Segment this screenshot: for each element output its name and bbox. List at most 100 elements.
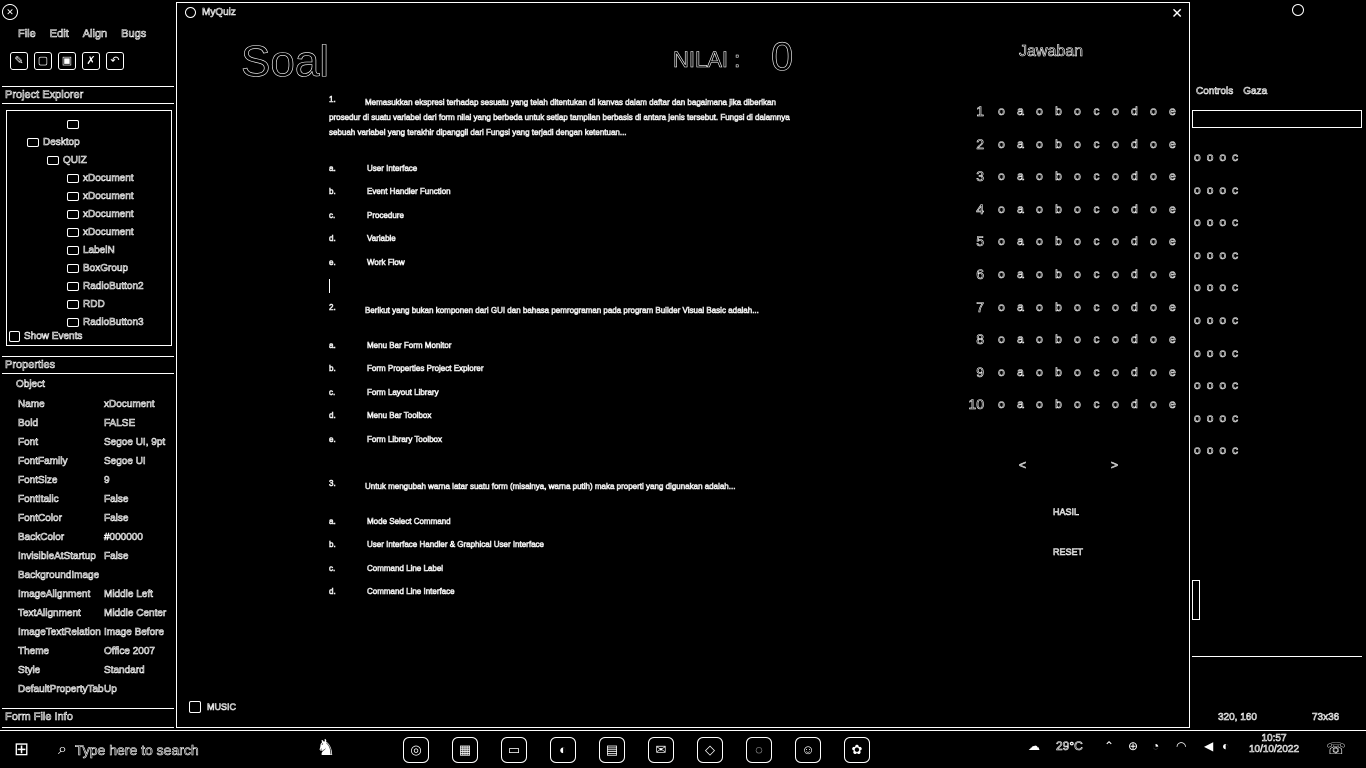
answer-radio[interactable]: o <box>992 201 1011 216</box>
property-value[interactable]: False <box>104 513 129 525</box>
answer-radio[interactable]: b <box>1049 267 1068 282</box>
answer-radio[interactable]: c <box>1087 201 1106 216</box>
taskbar-app-icon[interactable]: ▤ <box>599 737 625 763</box>
answer-radio[interactable]: o <box>1106 201 1125 216</box>
answer-radio[interactable]: o <box>1106 136 1125 151</box>
answer-radio[interactable]: o <box>1106 364 1125 379</box>
next-button[interactable]: > <box>1111 458 1119 473</box>
windows-start-icon[interactable]: ⊞ <box>14 739 29 760</box>
answer-radio[interactable]: o <box>992 104 1011 119</box>
answer-radio[interactable]: a <box>1011 332 1030 347</box>
taskbar-app-icon[interactable]: ◇ <box>697 737 723 763</box>
answer-option[interactable]: c. Procedure <box>329 210 405 220</box>
network-icon[interactable]: ⊕ <box>1128 739 1138 753</box>
answer-radio[interactable]: b <box>1049 299 1068 314</box>
property-value[interactable]: Office 2007 <box>104 646 156 658</box>
answer-radio[interactable]: o <box>1030 169 1049 184</box>
answer-radio[interactable]: o <box>1068 201 1087 216</box>
property-row[interactable]: FontFamily Segoe UI <box>0 454 176 473</box>
checkbox-icon[interactable] <box>189 701 201 713</box>
answer-radio[interactable]: o <box>992 267 1011 282</box>
weather-temp[interactable]: 29°C <box>1056 739 1083 754</box>
answer-radio[interactable]: a <box>1011 169 1030 184</box>
property-row[interactable]: Bold FALSE <box>0 416 176 435</box>
answer-radio[interactable]: a <box>1011 104 1030 119</box>
answer-radio[interactable]: o <box>1030 364 1049 379</box>
answer-radio[interactable]: b <box>1049 364 1068 379</box>
answer-option[interactable]: d. Menu Bar Toolbox <box>329 411 432 421</box>
music-checkbox[interactable]: MUSIC <box>189 701 236 713</box>
answer-radio[interactable]: a <box>1011 267 1030 282</box>
taskbar-app-icon[interactable]: ◌ <box>746 737 772 763</box>
tree-item[interactable]: xDocument <box>7 205 171 223</box>
battery-icon[interactable]: ◔ <box>1152 739 1159 753</box>
answer-radio[interactable]: e <box>1163 104 1182 119</box>
bell-icon[interactable] <box>1292 4 1304 16</box>
answer-radio[interactable]: o <box>1068 234 1087 249</box>
control-row[interactable]: oooc <box>1194 378 1239 393</box>
answer-radio[interactable]: o <box>992 364 1011 379</box>
property-row[interactable]: Theme Office 2007 <box>0 644 176 663</box>
menu-file[interactable]: File <box>18 28 36 41</box>
answer-radio[interactable]: b <box>1049 234 1068 249</box>
undo-icon[interactable]: ↶ <box>106 52 124 70</box>
answer-radio[interactable]: o <box>1106 332 1125 347</box>
answer-radio[interactable]: o <box>1030 104 1049 119</box>
property-row[interactable]: FontColor False <box>0 511 176 530</box>
property-row[interactable]: Name xDocument <box>0 397 176 416</box>
answer-radio[interactable]: o <box>1144 397 1163 412</box>
answer-radio[interactable]: o <box>1030 267 1049 282</box>
answer-radio[interactable]: o <box>1030 234 1049 249</box>
answer-radio[interactable]: b <box>1049 136 1068 151</box>
answer-radio[interactable]: o <box>1068 299 1087 314</box>
answer-radio[interactable]: a <box>1011 234 1030 249</box>
answer-radio[interactable]: d <box>1125 169 1144 184</box>
answer-radio[interactable]: o <box>1068 267 1087 282</box>
folder-icon[interactable]: ▢ <box>34 52 52 70</box>
answer-option[interactable]: d. Command Line Interface <box>329 587 455 597</box>
answer-option[interactable]: b. Form Properties Project Explorer <box>329 364 484 374</box>
answer-option[interactable]: e. Work Flow <box>329 257 405 267</box>
answer-radio[interactable]: o <box>992 299 1011 314</box>
answer-option[interactable]: b. User Interface Handler & Graphical Use… <box>329 540 545 550</box>
answer-radio[interactable]: b <box>1049 332 1068 347</box>
property-value[interactable]: False <box>104 551 129 563</box>
control-row[interactable]: oooc <box>1194 247 1239 262</box>
wifi-icon[interactable]: ◠ <box>1176 739 1186 753</box>
answer-radio[interactable]: o <box>992 234 1011 249</box>
show-events-checkbox[interactable]: Show Events <box>9 327 83 345</box>
reset-button[interactable]: RESET <box>1053 547 1084 558</box>
menu-bugs[interactable]: Bugs <box>121 28 147 41</box>
answer-radio[interactable]: o <box>1106 397 1125 412</box>
answer-radio[interactable]: o <box>1068 364 1087 379</box>
scrollbar[interactable] <box>1192 580 1200 620</box>
answer-option[interactable]: a. Menu Bar Form Monitor <box>329 341 452 351</box>
answer-radio[interactable]: e <box>1163 332 1182 347</box>
control-row[interactable]: oooc <box>1194 443 1239 458</box>
property-row[interactable]: ImageAlignment Middle Left <box>0 587 176 606</box>
answer-radio[interactable]: o <box>1106 299 1125 314</box>
property-row[interactable]: ImageTextRelation Image Before <box>0 625 176 644</box>
answer-radio[interactable]: c <box>1087 397 1106 412</box>
property-row[interactable]: Font Segoe UI, 9pt <box>0 435 176 454</box>
taskbar-app-icon[interactable]: ◎ <box>403 737 429 763</box>
answer-radio[interactable]: o <box>1144 234 1163 249</box>
answer-radio[interactable]: o <box>1144 136 1163 151</box>
answer-radio[interactable]: c <box>1087 169 1106 184</box>
answer-radio[interactable]: d <box>1125 136 1144 151</box>
cloud-icon[interactable]: ☁ <box>1028 739 1040 753</box>
volume-icon[interactable]: ◀ <box>1204 739 1213 753</box>
answer-radio[interactable]: o <box>1144 332 1163 347</box>
answer-radio[interactable]: o <box>1030 332 1049 347</box>
answer-radio[interactable]: c <box>1087 332 1106 347</box>
property-row[interactable]: BackColor #000000 <box>0 530 176 549</box>
answer-radio[interactable]: o <box>1068 397 1087 412</box>
answer-radio[interactable]: o <box>1068 104 1087 119</box>
answer-radio[interactable]: o <box>1030 201 1049 216</box>
language-icon[interactable]: ◐ <box>1222 739 1229 753</box>
form-file-info-tab[interactable]: Form File Info <box>2 708 174 728</box>
answer-radio[interactable]: o <box>1068 169 1087 184</box>
tree-item[interactable] <box>7 115 171 133</box>
answer-radio[interactable]: b <box>1049 169 1068 184</box>
answer-radio[interactable]: d <box>1125 397 1144 412</box>
